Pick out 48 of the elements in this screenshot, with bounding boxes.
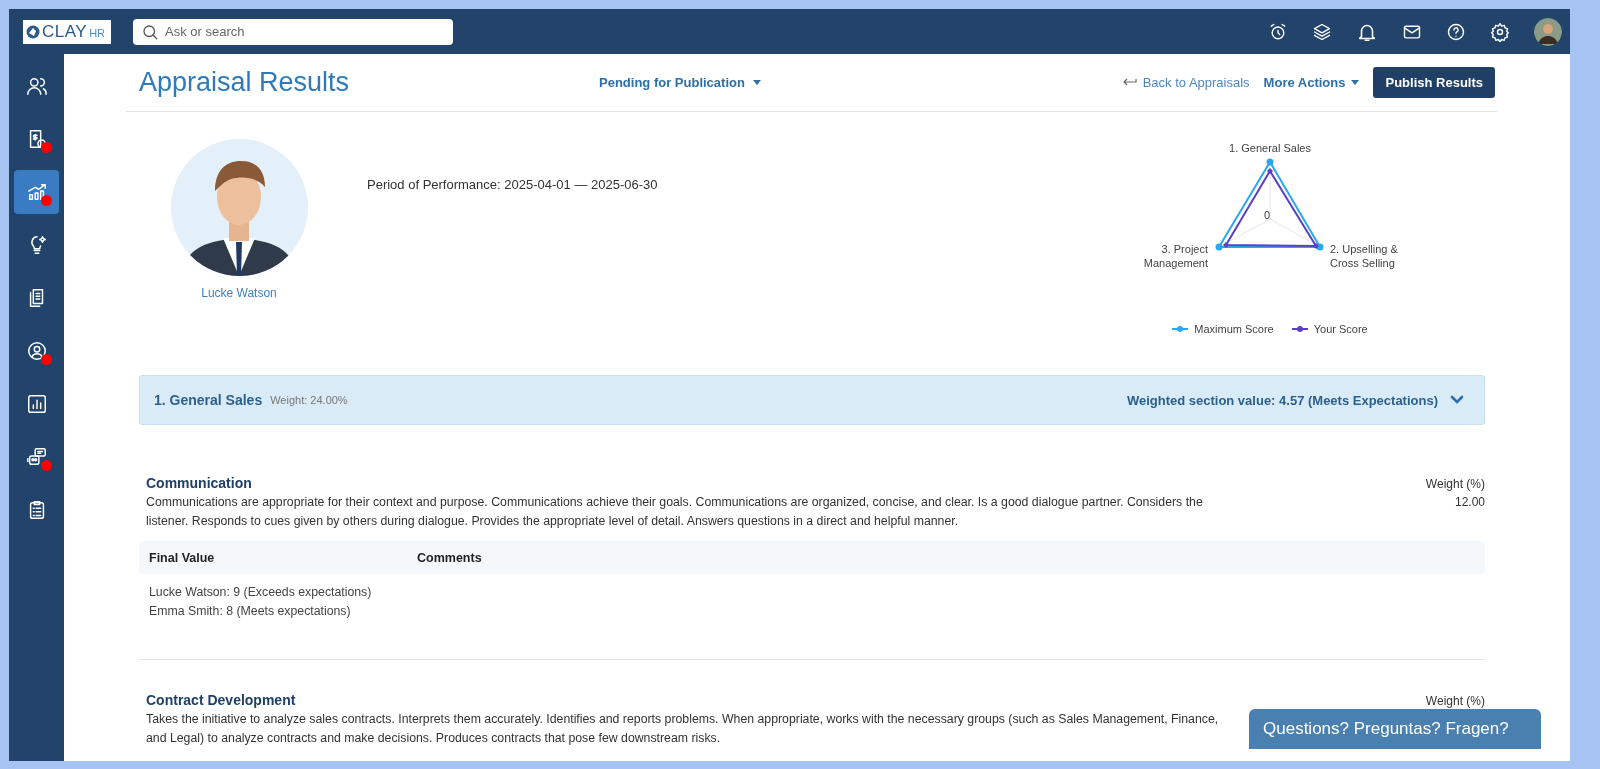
bar-chart-icon <box>25 393 48 415</box>
final-value: Lucke Watson: 9 (Exceeds expectations) <box>149 584 373 601</box>
user-circle-icon <box>25 340 48 362</box>
help-icon[interactable] <box>1446 21 1466 42</box>
axis-label: 3. Project Management <box>1142 242 1208 270</box>
layers-icon[interactable] <box>1312 21 1332 42</box>
alarm-clock-icon[interactable] <box>1268 21 1288 42</box>
legend-label[interactable]: Maximum Score <box>1194 322 1274 336</box>
settings-icon[interactable] <box>1490 21 1510 42</box>
criterion-description: Takes the initiative to analyze sales contracts. Interprets them accurately. Identifies and reports problems. When appropriate, works with the necessary groups (such as Sales Management, Finance, and Legal) to analyze contracts and make decisions. Produces contracts that pose few downstream risks. <box>146 711 1220 747</box>
publish-button[interactable]: Publish Results <box>1373 67 1495 98</box>
more-actions-dropdown[interactable]: More Actions <box>1263 75 1360 90</box>
chevron-icon[interactable] <box>1450 395 1464 405</box>
caret-icon <box>1351 80 1360 85</box>
section-title: 1. General Sales <box>154 392 263 408</box>
weight-label: Weight (%) <box>1425 693 1485 710</box>
sidebar-item[interactable] <box>14 170 59 214</box>
axis-value: 0 <box>1264 208 1271 222</box>
criterion-title: Communication <box>146 475 253 491</box>
caret-icon <box>752 80 761 85</box>
column-header: Final Value <box>149 550 216 565</box>
search-field[interactable]: Ask or search <box>133 18 453 45</box>
final-value: Emma Smith: 8 (Meets expectations) <box>149 603 352 620</box>
avatar-icon[interactable] <box>1534 17 1562 46</box>
employee-name[interactable]: Lucke Watson <box>201 286 277 300</box>
weight-label: Weight (%) <box>1425 476 1485 493</box>
axis-label: 1. General Sales <box>1228 141 1312 155</box>
page-title: Appraisal Results <box>139 67 351 98</box>
column-header: Comments <box>417 550 482 565</box>
return-arrow-icon <box>1122 78 1137 87</box>
weight-value: 12.00 <box>1453 494 1485 511</box>
performance-period: Period of Performance: 2025-04-01 — 2025-06-30 <box>367 177 659 194</box>
status-dropdown[interactable]: Pending for Publication <box>599 75 761 90</box>
section-value: Weighted section value: 4.57 (Meets Expectations) <box>1126 392 1438 408</box>
growth-chart-icon <box>25 181 48 203</box>
axis-label: 2. Upselling & Cross Selling <box>1330 242 1399 270</box>
legend-label[interactable]: Your Score <box>1313 322 1368 336</box>
section-weight: Weight: 24.00% <box>270 394 348 406</box>
logo-icon <box>26 24 40 39</box>
chat-button[interactable]: Questions? Preguntas? Fragen? <box>1249 709 1541 749</box>
people-icon <box>25 75 48 97</box>
criterion-description: Communications are appropriate for their context and purpose. Communications achieve their goals. Communications are organized, concise, and clear. Is a good dialogue partner. Considers the listener. Responds to cues given by others during dialogue. Provides the appropriate level of detail. Answers questions in a direct and helpful manner. <box>146 494 1204 530</box>
logo[interactable]: CLAY HR <box>23 19 111 44</box>
criterion-title: Contract Development <box>146 692 297 708</box>
section-header[interactable]: 1. General Sales Weight: 24.00% Weighted section value: 4.57 (Meets Expectations) <box>139 375 1485 425</box>
back-link[interactable]: Back to Appraisals <box>1122 75 1250 90</box>
search-icon[interactable] <box>141 22 159 41</box>
robot-chat-icon <box>25 446 48 468</box>
